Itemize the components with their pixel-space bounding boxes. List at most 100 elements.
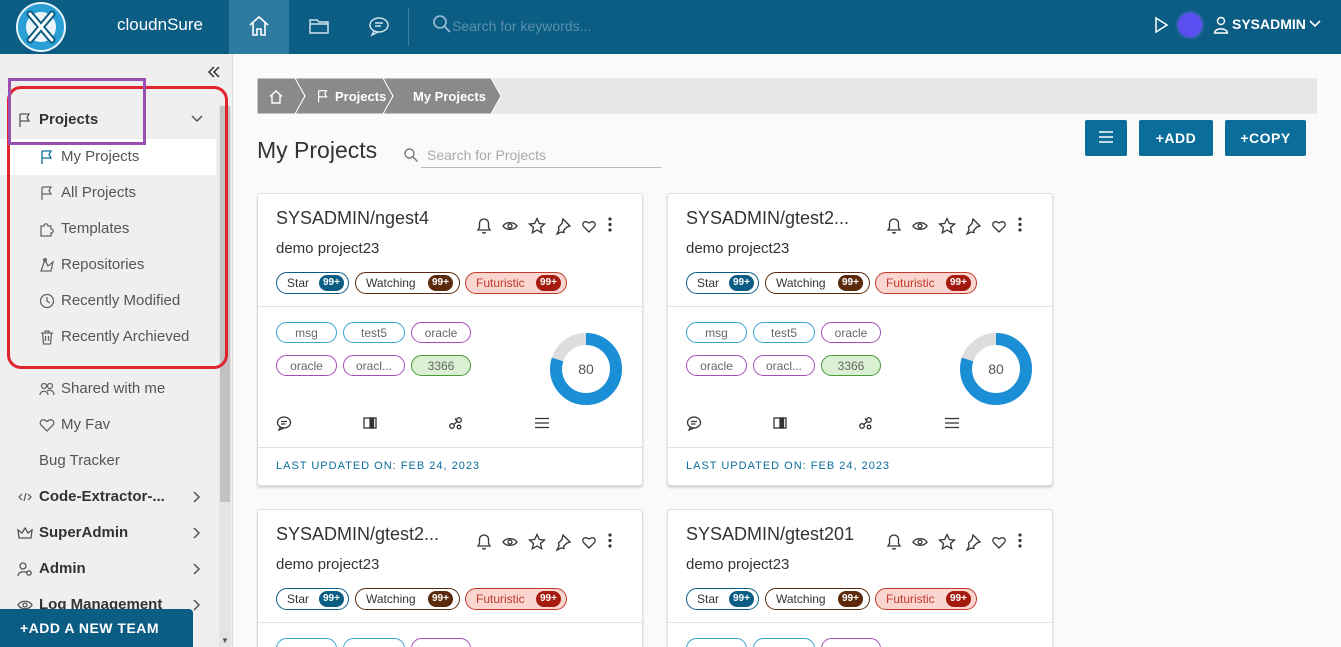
tag-chip[interactable]: oracle (411, 322, 471, 343)
connections-icon[interactable] (858, 415, 874, 431)
eye-icon[interactable] (502, 221, 518, 231)
chevron-down-icon[interactable] (1309, 19, 1321, 29)
tag-chip[interactable] (343, 638, 405, 647)
tag-chip[interactable]: oracle (686, 355, 747, 376)
sidebar-section-projects[interactable]: Projects (0, 102, 216, 138)
tag-chip[interactable]: 3366 (821, 355, 881, 376)
eye-icon[interactable] (502, 537, 518, 547)
folder-icon[interactable] (307, 14, 331, 38)
bell-icon[interactable] (476, 218, 492, 234)
sidebar-item-shared-with-me[interactable]: Shared with me (0, 371, 216, 407)
project-title[interactable]: SYSADMIN/gtest2... (686, 208, 866, 229)
chat-icon[interactable] (367, 14, 391, 38)
sidebar-section-code-extractor[interactable]: Code-Extractor-... (0, 479, 216, 515)
comment-icon[interactable] (686, 415, 702, 431)
sidebar-item-all-projects[interactable]: All Projects (0, 175, 216, 211)
tag-chip[interactable] (821, 638, 881, 647)
list-icon[interactable] (944, 415, 960, 431)
tag-chip[interactable]: test5 (753, 322, 815, 343)
connections-icon[interactable] (448, 415, 464, 431)
sidebar-item-repositories[interactable]: Repositories (0, 247, 216, 283)
sidebar-item-recently-archieved[interactable]: Recently Archieved (0, 319, 216, 355)
more-vertical-icon[interactable] (608, 533, 612, 548)
tag-chip[interactable] (276, 638, 337, 647)
watching-badge[interactable]: Watching 99+ (355, 588, 460, 610)
tag-chip[interactable] (411, 638, 471, 647)
tag-chip[interactable]: 3366 (411, 355, 471, 376)
futuristic-badge[interactable]: Futuristic 99+ (465, 272, 567, 294)
pin-icon[interactable] (555, 533, 572, 552)
sidebar-item-my-fav[interactable]: My Fav (0, 407, 216, 443)
pin-icon[interactable] (965, 533, 982, 552)
star-icon[interactable] (527, 532, 547, 551)
tag-chip[interactable]: test5 (343, 322, 405, 343)
futuristic-badge[interactable]: Futuristic 99+ (465, 588, 567, 610)
bell-icon[interactable] (886, 534, 902, 550)
more-vertical-icon[interactable] (608, 217, 612, 232)
columns-icon[interactable] (362, 415, 378, 431)
sidebar-item-recently-modified[interactable]: Recently Modified (0, 283, 216, 319)
heart-icon[interactable] (582, 537, 596, 549)
play-icon[interactable] (1153, 16, 1169, 34)
star-icon[interactable] (937, 216, 957, 235)
pin-icon[interactable] (555, 217, 572, 236)
tag-chip[interactable]: oracle (821, 322, 881, 343)
breadcrumb-projects[interactable]: Projects (295, 78, 393, 114)
project-search-input[interactable] (421, 142, 661, 168)
star-badge[interactable]: Star 99+ (276, 272, 349, 294)
project-card[interactable]: SYSADMIN/gtest2... demo project23 Star 99… (667, 193, 1053, 486)
tag-chip[interactable] (686, 638, 747, 647)
pin-icon[interactable] (965, 217, 982, 236)
menu-button[interactable] (1085, 120, 1127, 156)
tag-chip[interactable]: oracle (276, 355, 337, 376)
star-badge[interactable]: Star 99+ (276, 588, 349, 610)
sidebar-item-my-projects[interactable]: My Projects (0, 139, 216, 175)
tag-chip[interactable]: oracl... (343, 355, 405, 376)
global-search-input[interactable] (452, 14, 752, 38)
project-card[interactable]: SYSADMIN/ngest4 demo project23 Star 99+ W… (257, 193, 643, 486)
avatar[interactable] (1178, 13, 1202, 37)
list-icon[interactable] (534, 415, 550, 431)
futuristic-badge[interactable]: Futuristic 99+ (875, 272, 977, 294)
add-team-button[interactable]: +ADD A NEW TEAM (0, 609, 193, 647)
user-menu[interactable]: SYSADMIN (1232, 16, 1306, 32)
project-title[interactable]: SYSADMIN/gtest201 (686, 524, 866, 545)
bell-icon[interactable] (886, 218, 902, 234)
sidebar-section-superadmin[interactable]: SuperAdmin (0, 515, 216, 551)
star-icon[interactable] (937, 532, 957, 551)
eye-icon[interactable] (912, 221, 928, 231)
sidebar-section-admin[interactable]: Admin (0, 551, 216, 587)
sidebar-scrollbar-thumb[interactable] (220, 106, 230, 502)
tag-chip[interactable]: oracl... (753, 355, 815, 376)
collapse-sidebar-icon[interactable] (206, 64, 222, 80)
sidebar-item-templates[interactable]: Templates (0, 211, 216, 247)
sidebar-item-bug-tracker[interactable]: Bug Tracker (0, 443, 216, 479)
star-icon[interactable] (527, 216, 547, 235)
heart-icon[interactable] (992, 221, 1006, 233)
copy-project-button[interactable]: +COPY (1225, 120, 1306, 156)
add-project-button[interactable]: +ADD (1139, 120, 1213, 156)
project-card[interactable]: SYSADMIN/gtest201 demo project23 Star 99+… (667, 509, 1053, 647)
project-card[interactable]: SYSADMIN/gtest2... demo project23 Star 99… (257, 509, 643, 647)
project-title[interactable]: SYSADMIN/gtest2... (276, 524, 456, 545)
more-vertical-icon[interactable] (1018, 217, 1022, 232)
heart-icon[interactable] (582, 221, 596, 233)
tag-chip[interactable]: msg (276, 322, 337, 343)
comment-icon[interactable] (276, 415, 292, 431)
tag-chip[interactable] (753, 638, 815, 647)
project-title[interactable]: SYSADMIN/ngest4 (276, 208, 456, 229)
star-badge[interactable]: Star 99+ (686, 588, 759, 610)
watching-badge[interactable]: Watching 99+ (355, 272, 460, 294)
more-vertical-icon[interactable] (1018, 533, 1022, 548)
columns-icon[interactable] (772, 415, 788, 431)
heart-icon[interactable] (992, 537, 1006, 549)
bell-icon[interactable] (476, 534, 492, 550)
nav-home-button[interactable] (229, 0, 289, 54)
star-badge[interactable]: Star 99+ (686, 272, 759, 294)
futuristic-badge[interactable]: Futuristic 99+ (875, 588, 977, 610)
eye-icon[interactable] (912, 537, 928, 547)
scroll-down-arrow-icon[interactable]: ▼ (221, 636, 229, 645)
watching-badge[interactable]: Watching 99+ (765, 272, 870, 294)
breadcrumb-my-projects[interactable]: My Projects (383, 78, 501, 114)
tag-chip[interactable]: msg (686, 322, 747, 343)
